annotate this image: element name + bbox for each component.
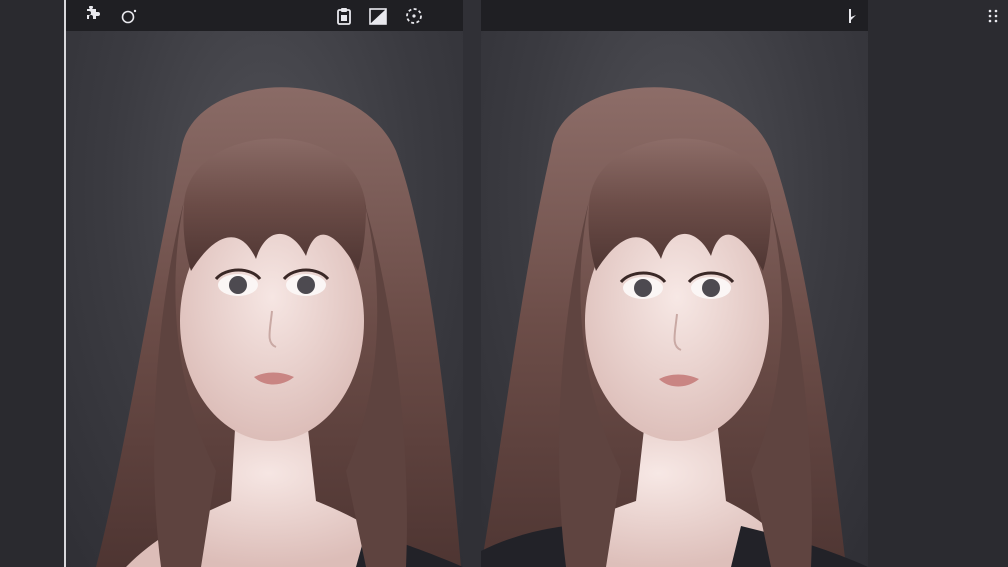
circle-icon[interactable]	[119, 6, 139, 26]
panel-divider[interactable]	[463, 0, 481, 567]
dashed-circle-icon[interactable]	[404, 6, 424, 26]
right-image-panel	[481, 0, 868, 567]
portrait-image-right	[481, 87, 868, 567]
portrait-image-left	[96, 87, 463, 567]
right-toolbar	[481, 0, 868, 31]
clipboard-icon[interactable]	[334, 6, 354, 26]
left-toolbar	[66, 0, 463, 31]
image-compare-app	[0, 0, 1008, 567]
right-sidebar-strip	[868, 0, 1008, 567]
left-sidebar-strip	[0, 0, 64, 567]
cursor-bar-icon[interactable]	[845, 8, 861, 24]
puzzle-icon[interactable]	[84, 6, 104, 26]
grid-dots-icon[interactable]	[986, 8, 1002, 24]
left-image-panel	[66, 0, 463, 567]
left-canvas[interactable]	[66, 31, 463, 567]
right-canvas[interactable]	[481, 31, 868, 567]
contrast-icon[interactable]	[368, 6, 388, 26]
